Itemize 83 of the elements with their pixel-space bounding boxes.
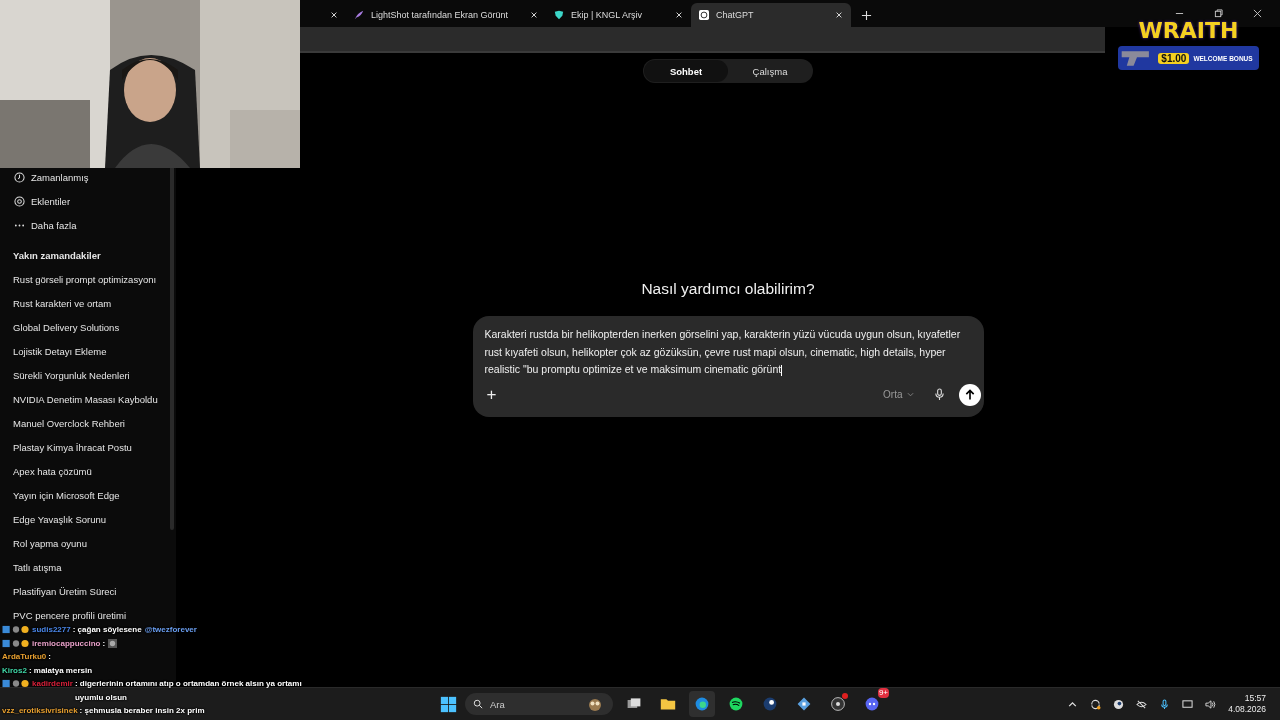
new-tab-icon[interactable] (861, 10, 872, 21)
chat-text: : çağan söylesene (72, 624, 142, 636)
folder-icon (660, 696, 676, 712)
search-icon (473, 699, 483, 709)
chat-history-item[interactable]: Manuel Overclock Rehberi (13, 417, 125, 431)
tab-title: Ekip | KNGL Arşiv (571, 10, 644, 20)
chat-username: kadirdemir (32, 678, 73, 690)
close-icon[interactable] (675, 11, 683, 19)
chat-text: : digerlerinin ortamını atıp o ortamdan örnek alsın ya ortamı uyumlu olsun (74, 678, 303, 704)
close-icon[interactable] (1253, 9, 1262, 18)
chevron-down-icon (906, 391, 914, 399)
chat-history-item[interactable]: PVC pencere profili üretimi (13, 609, 126, 623)
model-selector[interactable]: Orta (877, 388, 920, 402)
eye-off-icon[interactable] (1136, 698, 1148, 710)
feather-icon (354, 10, 364, 20)
clock-date: 4.08.2026 (1228, 704, 1266, 715)
chat-history-item[interactable]: Rust karakteri ve ortam (13, 297, 112, 311)
restore-icon[interactable] (1214, 9, 1223, 18)
search-field[interactable]: Ara (465, 693, 613, 715)
bonus-amount: $1.00 (1158, 52, 1190, 64)
mode-tab[interactable]: Sohbet (644, 60, 728, 82)
microphone-icon[interactable] (933, 388, 945, 402)
sidebar-menu-item[interactable]: Daha fazla (0, 213, 176, 237)
browser-tab[interactable]: LightShot tarafından Ekran Görünt (346, 3, 546, 27)
badge-icons (2, 679, 30, 688)
overlay-brand: WRAITH (1138, 18, 1239, 44)
chat-text: : malatya mersin (28, 664, 93, 677)
close-icon[interactable] (835, 11, 843, 19)
chat-username: iremiocappuccino (32, 637, 101, 650)
start-icon[interactable] (440, 695, 457, 713)
mode-tab[interactable]: Çalışma (728, 60, 812, 82)
tab-title: ChatGPT (716, 10, 755, 20)
steam-icon[interactable] (1113, 698, 1125, 710)
tab-title: LightShot tarafından Ekran Görünt (371, 10, 510, 20)
chat-app-icon (864, 696, 880, 712)
sync-icon[interactable] (1090, 698, 1102, 710)
speaker-icon[interactable] (1205, 698, 1217, 710)
browser-tab[interactable]: ChatGPT (691, 3, 851, 27)
chat-history-item[interactable]: Plastifiyan Üretim Süreci (13, 585, 117, 599)
sidebar-menu-item[interactable]: Zamanlanmış (0, 165, 176, 189)
chat-username: ArdaTurku0 (2, 651, 47, 663)
chat-history-item[interactable]: Sürekli Yorgunluk Nedenleri (13, 369, 130, 383)
microphone-icon[interactable] (1159, 698, 1171, 710)
monitor-icon[interactable] (1182, 698, 1194, 710)
badge-icons (2, 625, 30, 634)
close-icon[interactable] (530, 11, 538, 19)
browser-tab[interactable]: Ekip | KNGL Arşiv (546, 3, 691, 27)
add-button[interactable]: + (482, 384, 501, 405)
chat-history-item[interactable]: Edge Yavaşlık Sorunu (13, 513, 107, 527)
chat-history-item[interactable]: Plastay Kimya İhracat Postu (13, 441, 132, 455)
chat-history-item[interactable]: Apex hata çözümü (13, 465, 92, 479)
browser-icon (694, 696, 710, 712)
sidebar-menu-item[interactable]: Eklentiler (0, 189, 176, 213)
chat-text: : (102, 637, 106, 650)
send-button[interactable] (958, 383, 981, 406)
chat-history-item[interactable]: Global Delivery Solutions (13, 321, 120, 335)
chat-mention: @twezforever (144, 624, 197, 636)
chat-text: : (48, 651, 51, 663)
chat-username: vzz_erotiksivrisinek (2, 705, 78, 717)
welcome-heading: Nasıl yardımcı olabilirim? (641, 280, 815, 299)
chat-text: : şehmusla beraber insin 2x prim (79, 705, 205, 717)
chat-history-item[interactable]: Tatlı atışma (13, 561, 62, 575)
record-icon (830, 696, 846, 712)
chat-history-item[interactable]: NVIDIA Denetim Masası Kayboldu (13, 393, 158, 407)
prompt-text: Karakteri rustda bir helikopterden inerken görselini yap, karakterin yüzü vücuda uygun olsun, kıyafetler rust kıyafeti olsun, helikopter çok az gözüksün, çevre rust mapi olsun, cinematic, high details, hyper realistic "bu promptu optimize et ve maksimum cinematic görünt (484, 327, 962, 378)
clock-time: 15:57 (1244, 693, 1266, 704)
chat-history-item[interactable]: Lojistik Detayı Ekleme (13, 345, 107, 359)
prompt-box[interactable] (472, 316, 984, 417)
chat-history-item[interactable]: Rust görseli prompt optimizasyonı (13, 273, 157, 287)
badge-icons (2, 638, 30, 648)
shield-icon (554, 10, 564, 20)
chat-username: sudis2277 (32, 624, 71, 636)
music-icon (728, 696, 744, 712)
notification-badge: 9+ (877, 688, 889, 698)
steam-icon (762, 696, 778, 712)
section-heading: Yakın zamandakiler (13, 249, 102, 263)
search-placeholder: Ara (490, 698, 506, 710)
at-sign-icon (14, 195, 25, 207)
chat-history-item[interactable]: Yayın için Microsoft Edge (13, 489, 120, 503)
clock-icon (14, 171, 25, 183)
chat-history-item[interactable]: Rol yapma oyunu (13, 537, 87, 551)
close-icon[interactable] (330, 11, 338, 19)
chat-username: Kiros2 (2, 664, 27, 677)
